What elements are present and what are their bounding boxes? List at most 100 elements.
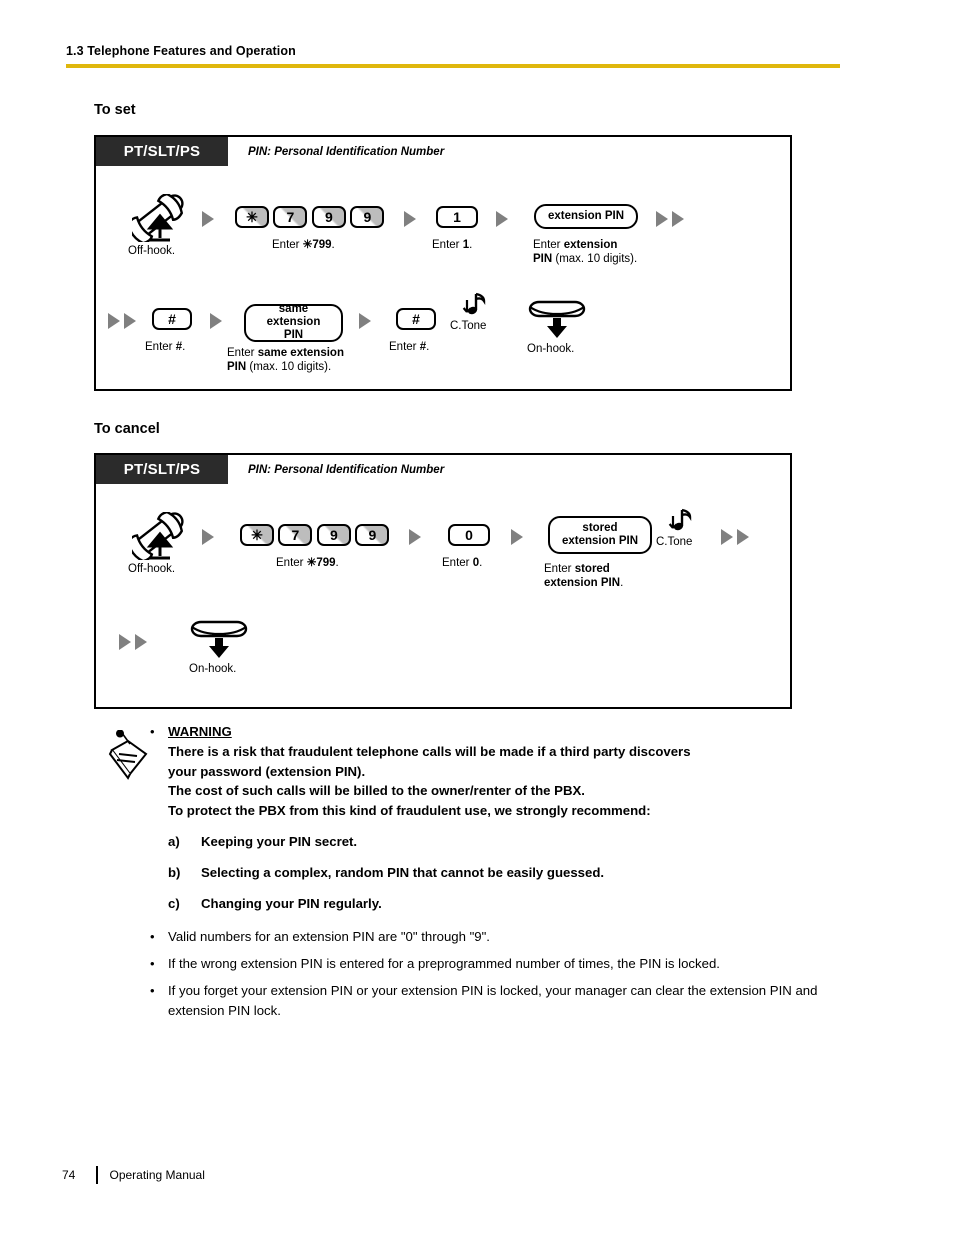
handset-offhook-icon [127, 192, 184, 245]
stored-extension-pin-entry[interactable]: stored extension PIN [548, 516, 652, 554]
warning-item: b) Selecting a complex, random PIN that … [168, 863, 850, 883]
bullet-glyph: • [150, 724, 155, 739]
step-confirmation-tone: C.Tone [656, 508, 694, 548]
caption-pre: Enter [432, 239, 463, 251]
continuation-arrows [721, 529, 749, 545]
caption-bold: ✳799 [302, 239, 332, 251]
item-label: c) [168, 895, 180, 911]
section-heading-to-set: To set [94, 102, 136, 118]
page-number: 74 [62, 1168, 76, 1182]
keypad-key-7[interactable]: 7 [278, 524, 313, 546]
item-label: b) [168, 864, 181, 880]
notes-bullet-list: • Valid numbers for an extension PIN are… [150, 927, 850, 1021]
step-arrow-icon [404, 211, 416, 227]
caption-pre: Enter [227, 347, 258, 359]
pin-legend: PIN: Personal Identification Number [248, 145, 445, 158]
pin-legend: PIN: Personal Identification Number [248, 463, 445, 476]
key-label: 9 [325, 209, 333, 225]
keypad-key-7[interactable]: 7 [273, 206, 308, 228]
caption-pre: Enter [145, 341, 176, 353]
caption-pre: Enter [442, 557, 473, 569]
footer-divider [96, 1166, 98, 1184]
keypad-key-9-b[interactable]: 9 [355, 524, 390, 546]
item-text: Selecting a complex, random PIN that can… [201, 864, 605, 880]
step-caption: Enter extension PIN (max. 10 digits). [533, 238, 637, 266]
continuation-arrow-icon [119, 634, 131, 650]
step-arrow [404, 211, 416, 232]
keypad-key-9-a[interactable]: 9 [311, 206, 346, 228]
keypad-key-1[interactable]: 1 [436, 206, 478, 228]
caption-pre: Enter [272, 239, 303, 251]
step-on-hook: On-hook. [189, 616, 248, 675]
step-arrow-icon [210, 313, 222, 329]
warning-bullet: • WARNING There is a risk that fraudulen… [150, 722, 850, 913]
key-label: 9 [330, 527, 338, 543]
keypad-key-9-b[interactable]: 9 [350, 206, 385, 228]
caption-post: . [182, 341, 186, 353]
warning-line: To protect the PBX from this kind of fra… [168, 803, 651, 819]
caption-bold: ✳799 [306, 557, 336, 569]
step-on-hook: On-hook. [527, 296, 586, 355]
caption-post: . [620, 577, 624, 589]
handset-onhook-icon [190, 620, 248, 658]
step-arrow [409, 529, 421, 550]
continuation-arrow-icon [108, 313, 120, 329]
item-label: a) [168, 833, 180, 849]
step-off-hook: Off-hook. [127, 192, 190, 257]
step-enter-feature-code: ✳ 7 9 9 Enter ✳799. [240, 524, 390, 569]
step-off-hook: Off-hook. [127, 510, 190, 575]
continuation-arrow-icon [135, 634, 147, 650]
step-caption: Enter stored extension PIN. [544, 562, 623, 590]
caption-post: . [469, 239, 473, 251]
keypad-key-hash[interactable]: # [152, 308, 192, 330]
continuation-arrows [656, 211, 684, 227]
flow-header-to-cancel: PT/SLT/PS PIN: Personal Identification N… [96, 455, 790, 484]
handset-offhook-icon [127, 510, 184, 563]
section-heading-to-cancel: To cancel [94, 421, 160, 437]
key-label: ✳ [246, 209, 258, 225]
bullet-glyph: • [150, 929, 155, 945]
continuation-arrow-icon [656, 211, 668, 227]
extension-pin-entry[interactable]: extension PIN [534, 204, 638, 229]
step-enter-1: 1 Enter 1. [432, 206, 478, 251]
continuation-arrow-icon [124, 313, 136, 329]
continuation-arrows [119, 634, 147, 650]
keypad-key-star[interactable]: ✳ [240, 524, 274, 546]
keypad-key-0[interactable]: 0 [448, 524, 490, 546]
warning-line: There is a risk that fraudulent telephon… [168, 743, 691, 759]
confirmation-tone-icon [462, 292, 486, 315]
step-arrow [511, 529, 523, 550]
memo-note-icon [108, 730, 148, 780]
keypad-key-9-a[interactable]: 9 [316, 524, 351, 546]
caption-bold-2: PIN [227, 361, 247, 373]
page-header: 1.3 Telephone Features and Operation [66, 44, 840, 68]
step-row: On-hook. [96, 596, 794, 706]
keypad-key-star[interactable]: ✳ [235, 206, 269, 228]
step-arrow-icon [511, 529, 523, 545]
step-caption: Enter same extension PIN (max. 10 digits)… [227, 346, 344, 374]
same-extension-pin-entry[interactable]: same extension PIN [244, 303, 343, 342]
step-arrow-icon [359, 313, 371, 329]
list-item-text: Valid numbers for an extension PIN are "… [168, 929, 490, 945]
step-arrow-icon [496, 211, 508, 227]
step-enter-feature-code: ✳ 7 9 9 Enter ✳799. [235, 206, 385, 251]
step-caption: Enter ✳799. [276, 556, 339, 570]
confirmation-tone-icon [668, 508, 692, 531]
warning-line: your password (extension PIN). [168, 763, 366, 779]
continuation-arrow-icon [721, 529, 733, 545]
caption-pre: Enter [544, 563, 575, 575]
step-arrow [496, 211, 508, 232]
list-item: • If you forget your extension PIN or yo… [150, 981, 850, 1021]
bullet-glyph: • [150, 956, 155, 972]
step-caption: Enter 1. [432, 238, 472, 252]
caption-bold: same extension [257, 347, 344, 359]
keypad-key-hash[interactable]: # [396, 308, 436, 330]
step-arrow-icon [202, 211, 214, 227]
key-label: # [412, 311, 420, 327]
step-confirmation-tone: C.Tone [450, 292, 488, 332]
continuation-arrow-icon [737, 529, 749, 545]
continuation-arrows [108, 313, 136, 329]
warning-item: c) Changing your PIN regularly. [168, 894, 850, 914]
step-arrow-icon [409, 529, 421, 545]
step-enter-0: 0 Enter 0. [442, 524, 490, 569]
